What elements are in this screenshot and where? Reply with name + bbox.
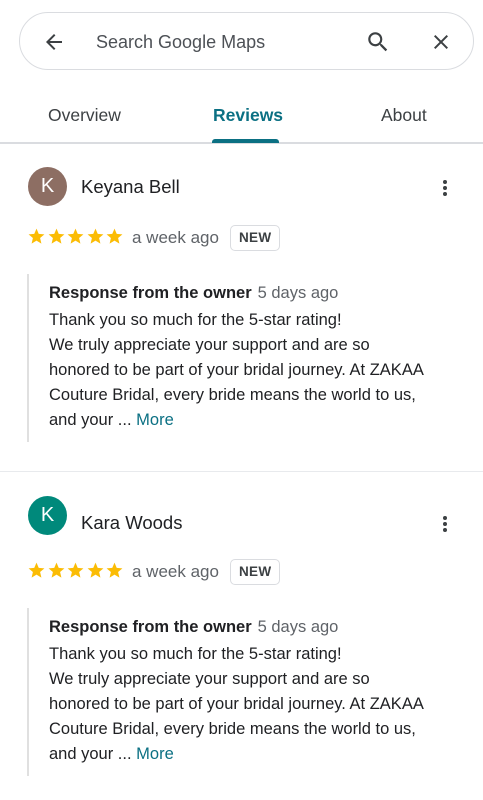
avatar[interactable]: K xyxy=(28,496,67,535)
more-link[interactable]: More xyxy=(136,411,174,429)
search-icon[interactable] xyxy=(358,13,398,71)
response-line: Thank you so much for the 5-star rating! xyxy=(49,645,342,663)
star-icon xyxy=(106,228,123,244)
response-line: We truly appreciate your support and are… xyxy=(49,336,370,354)
star-rating xyxy=(27,227,125,247)
owner-response-title: Response from the owner xyxy=(49,284,252,302)
owner-response-header: Response from the owner 5 days ago xyxy=(49,618,338,637)
more-link[interactable]: More xyxy=(136,745,174,763)
tab-about[interactable]: About xyxy=(381,88,427,144)
active-tab-indicator xyxy=(212,139,279,143)
star-icon xyxy=(67,562,84,578)
star-icon xyxy=(48,228,64,244)
owner-response-header: Response from the owner 5 days ago xyxy=(49,284,338,303)
review-date: a week ago xyxy=(132,562,219,581)
response-line: Couture Bridal, every bride means the wo… xyxy=(49,720,416,738)
star-icon xyxy=(48,562,64,578)
star-icon xyxy=(87,228,103,244)
owner-response-date: 5 days ago xyxy=(257,284,339,302)
owner-response: Response from the owner 5 days ago Thank … xyxy=(27,274,467,442)
response-line: and your ... xyxy=(49,411,132,429)
owner-response-title: Response from the owner xyxy=(49,618,252,636)
search-bar[interactable] xyxy=(19,12,474,70)
response-line-last: and your ... More xyxy=(49,742,464,767)
review-date: a week ago xyxy=(132,228,219,247)
star-icon xyxy=(28,228,45,244)
star-icon xyxy=(87,562,103,578)
more-vert-icon[interactable] xyxy=(432,174,458,202)
reviewer-name[interactable]: Keyana Bell xyxy=(81,176,180,198)
new-badge: NEW xyxy=(230,225,281,251)
star-rating xyxy=(27,561,125,581)
star-icon xyxy=(106,562,123,578)
tab-overview[interactable]: Overview xyxy=(48,88,121,144)
close-icon[interactable] xyxy=(421,13,461,71)
response-line: honored to be part of your bridal journe… xyxy=(49,361,424,379)
response-line: We truly appreciate your support and are… xyxy=(49,670,370,688)
owner-response-date: 5 days ago xyxy=(257,618,339,636)
review-divider xyxy=(0,471,483,472)
tab-bar: Overview Reviews About xyxy=(0,88,483,144)
avatar[interactable]: K xyxy=(28,167,67,206)
arrow-back-icon[interactable] xyxy=(34,13,74,71)
response-line: and your ... xyxy=(49,745,132,763)
response-line: Thank you so much for the 5-star rating! xyxy=(49,311,342,329)
star-icon xyxy=(67,228,84,244)
response-line-last: and your ... More xyxy=(49,408,464,433)
new-badge: NEW xyxy=(230,559,281,585)
star-icon xyxy=(28,562,45,578)
tab-reviews[interactable]: Reviews xyxy=(213,88,283,144)
owner-response: Response from the owner 5 days ago Thank … xyxy=(27,608,467,776)
response-line: honored to be part of your bridal journe… xyxy=(49,695,424,713)
response-line: Couture Bridal, every bride means the wo… xyxy=(49,386,416,404)
owner-response-text: Thank you so much for the 5-star rating!… xyxy=(49,308,464,433)
search-input[interactable] xyxy=(96,27,346,57)
reviewer-name[interactable]: Kara Woods xyxy=(81,512,182,534)
more-vert-icon[interactable] xyxy=(432,510,458,538)
owner-response-text: Thank you so much for the 5-star rating!… xyxy=(49,642,464,767)
